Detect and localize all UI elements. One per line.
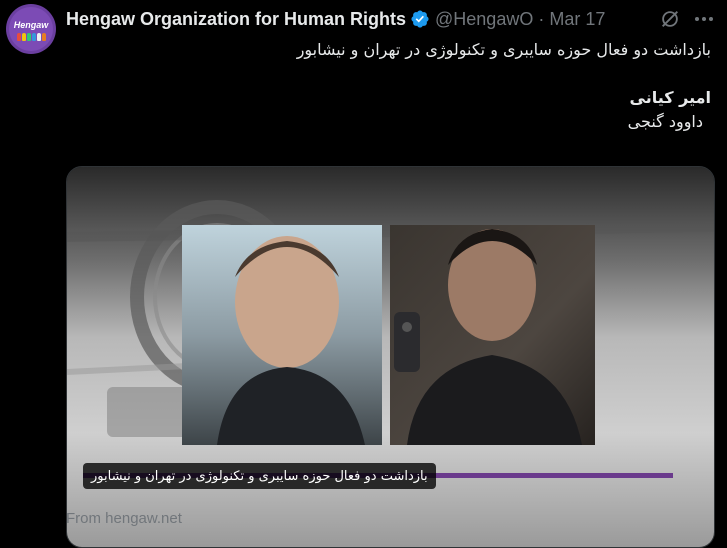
tweet-header: Hengaw Organization for Human Rights @He… (66, 8, 605, 30)
verified-badge-icon[interactable] (410, 9, 430, 29)
tweet-text-line-4: داوود گنجی (627, 112, 703, 131)
card-image (67, 167, 714, 547)
author-name[interactable]: Hengaw Organization for Human Rights (66, 9, 406, 30)
tweet-text-line-3: امیر کیانی (629, 88, 711, 107)
card-caption: بازداشت دو فعال حوزه سایبری و تکنولوژی د… (83, 463, 436, 489)
card-source-link[interactable]: From hengaw.net (66, 510, 182, 527)
tweet-text-line-2 (66, 62, 711, 86)
more-options-icon[interactable] (691, 6, 717, 32)
grok-icon[interactable] (657, 6, 683, 32)
avatar-hands-graphic (16, 32, 46, 41)
tweet-text: بازداشت دو فعال حوزه سایبری و تکنولوژی د… (66, 38, 711, 134)
separator-dot: · (538, 8, 545, 29)
link-card[interactable]: بازداشت دو فعال حوزه سایبری و تکنولوژی د… (66, 166, 715, 548)
tweet-date[interactable]: Mar 17 (549, 9, 605, 30)
avatar-logo-text: Hengaw (13, 19, 49, 30)
avatar[interactable]: Hengaw (6, 4, 56, 54)
tweet-text-line-1: بازداشت دو فعال حوزه سایبری و تکنولوژی د… (296, 40, 711, 59)
avatar-logo: Hengaw (9, 7, 53, 51)
author-handle[interactable]: @HengawO (435, 9, 533, 30)
